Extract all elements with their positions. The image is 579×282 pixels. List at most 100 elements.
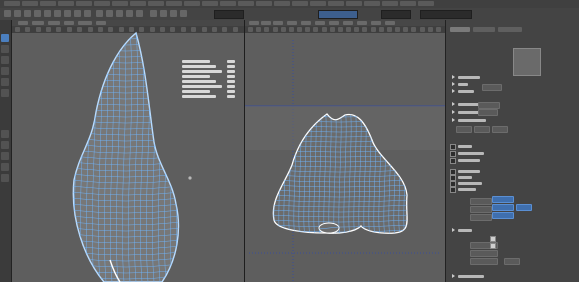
menu-item[interactable] (184, 1, 200, 6)
menu-item[interactable] (364, 1, 380, 6)
menu-item[interactable] (382, 1, 398, 6)
attr-section-header[interactable] (452, 102, 572, 107)
shelf-button-icon[interactable] (54, 10, 61, 17)
attr-checkbox[interactable] (450, 151, 456, 157)
menu-item[interactable] (400, 1, 416, 6)
attr-section-header[interactable] (452, 75, 572, 80)
shelf-button-icon[interactable] (126, 10, 133, 17)
menu-item[interactable] (94, 1, 110, 6)
menu-item[interactable] (202, 1, 218, 6)
attr-section-header[interactable] (452, 169, 572, 174)
attr-tab-3[interactable] (498, 27, 522, 32)
attr-field[interactable] (478, 109, 498, 116)
menu-item[interactable] (292, 1, 308, 6)
expand-arrow-icon[interactable] (452, 102, 455, 106)
menu-item[interactable] (22, 1, 38, 6)
menu-item[interactable] (58, 1, 74, 6)
active-mode-field[interactable] (318, 10, 358, 19)
layout-graph-icon[interactable] (1, 174, 9, 182)
shelf-button-icon[interactable] (14, 10, 21, 17)
perspective-viewport[interactable] (12, 20, 244, 282)
expand-arrow-icon[interactable] (452, 110, 455, 114)
attr-field[interactable] (470, 198, 492, 205)
menu-item[interactable] (346, 1, 362, 6)
attr-section-header[interactable] (452, 151, 572, 156)
expand-arrow-icon[interactable] (452, 118, 455, 122)
expand-arrow-icon[interactable] (452, 75, 455, 79)
shelf-button-icon[interactable] (64, 10, 71, 17)
scale-tool-icon[interactable] (1, 89, 9, 97)
lasso-tool-icon[interactable] (1, 45, 9, 53)
front-ortho-viewport[interactable] (245, 20, 445, 282)
attr-field[interactable] (474, 126, 490, 133)
highlighted-option-button[interactable] (492, 204, 514, 211)
rotate-tool-icon[interactable] (1, 78, 9, 86)
attr-field[interactable] (482, 84, 502, 91)
shelf-button-icon[interactable] (150, 10, 157, 17)
expand-arrow-icon[interactable] (452, 82, 455, 86)
shelf-button-icon[interactable] (180, 10, 187, 17)
shelf-button-icon[interactable] (106, 10, 113, 17)
attr-checkbox[interactable] (490, 236, 496, 242)
menu-item[interactable] (256, 1, 272, 6)
shelf-button-icon[interactable] (44, 10, 51, 17)
attr-section-header[interactable] (452, 187, 572, 192)
menu-item[interactable] (166, 1, 182, 6)
shelf-button-icon[interactable] (74, 10, 81, 17)
shelf-button-icon[interactable] (4, 10, 11, 17)
shelf-button-icon[interactable] (84, 10, 91, 17)
attr-section-header[interactable] (452, 110, 572, 115)
expand-arrow-icon[interactable] (452, 274, 455, 278)
shelf-button-icon[interactable] (160, 10, 167, 17)
menu-item[interactable] (220, 1, 236, 6)
menu-item[interactable] (328, 1, 344, 6)
attr-section-header[interactable] (452, 158, 572, 163)
attr-section-header[interactable] (452, 118, 572, 123)
attr-field[interactable] (492, 126, 508, 133)
select-tool-icon[interactable] (1, 34, 9, 42)
attr-section-header[interactable] (452, 89, 572, 94)
layout-split-icon[interactable] (1, 141, 9, 149)
attr-section-header[interactable] (452, 181, 572, 186)
attr-tab-1[interactable] (450, 27, 470, 32)
attr-field[interactable] (470, 206, 492, 213)
shelf-button-icon[interactable] (96, 10, 103, 17)
attr-section-header[interactable] (452, 144, 572, 149)
attr-field[interactable] (456, 126, 472, 133)
attr-tab-2[interactable] (473, 27, 495, 32)
workspace-field[interactable] (214, 10, 244, 19)
layout-outliner-icon[interactable] (1, 163, 9, 171)
attr-section-header[interactable] (452, 228, 572, 233)
attr-checkbox[interactable] (490, 243, 496, 249)
search-field[interactable] (381, 10, 411, 19)
attr-checkbox[interactable] (450, 144, 456, 150)
menu-item[interactable] (310, 1, 326, 6)
menu-item[interactable] (4, 1, 20, 6)
shelf-button-icon[interactable] (24, 10, 31, 17)
highlighted-option-button[interactable] (492, 196, 514, 203)
attr-section-header[interactable] (452, 175, 572, 180)
attr-field[interactable] (504, 258, 520, 265)
shelf-button-icon[interactable] (136, 10, 143, 17)
attr-field[interactable] (470, 258, 498, 265)
attr-field[interactable] (470, 214, 492, 221)
menu-item[interactable] (418, 1, 434, 6)
shelf-button-icon[interactable] (170, 10, 177, 17)
menu-item[interactable] (40, 1, 56, 6)
attr-field[interactable] (470, 250, 498, 257)
menu-item[interactable] (112, 1, 128, 6)
expand-arrow-icon[interactable] (452, 228, 455, 232)
menu-item[interactable] (274, 1, 290, 6)
attr-checkbox[interactable] (450, 187, 456, 193)
shelf-button-icon[interactable] (116, 10, 123, 17)
expand-arrow-icon[interactable] (452, 89, 455, 93)
move-tool-icon[interactable] (1, 67, 9, 75)
layout-quad-icon[interactable] (1, 152, 9, 160)
attr-section-header[interactable] (452, 82, 572, 87)
attr-section-header[interactable] (452, 274, 572, 279)
attr-field[interactable] (478, 102, 500, 109)
user-field[interactable] (420, 10, 472, 19)
menu-item[interactable] (148, 1, 164, 6)
shelf-button-icon[interactable] (34, 10, 41, 17)
menu-item[interactable] (76, 1, 92, 6)
